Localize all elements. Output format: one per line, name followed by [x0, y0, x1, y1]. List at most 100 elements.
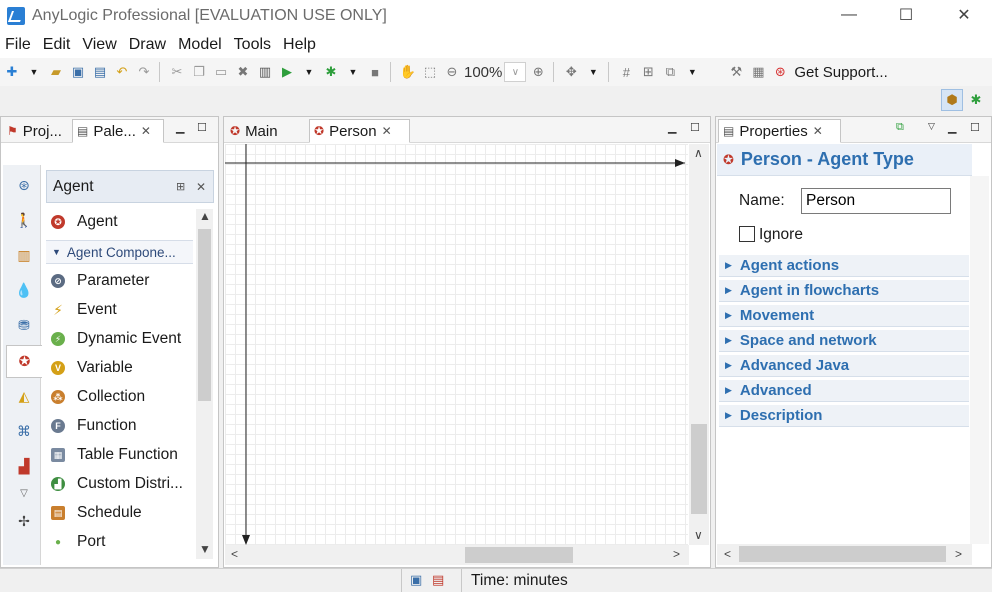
maximize-button[interactable]: ☐: [877, 0, 935, 30]
agent-category-icon[interactable]: ✪: [6, 345, 42, 378]
maximize-view-icon[interactable]: ☐: [690, 121, 700, 134]
select-dropdown-icon[interactable]: ▼: [583, 62, 603, 82]
process-modeling-icon[interactable]: ⊛: [6, 169, 42, 202]
build-icon[interactable]: ▥: [255, 62, 275, 82]
scroll-down-icon[interactable]: ▽: [6, 485, 42, 501]
tab-main[interactable]: ✪ Main: [226, 119, 306, 143]
problems-icon[interactable]: ▤: [432, 572, 444, 588]
pedestrian-icon[interactable]: 🚶: [6, 204, 42, 237]
run-dropdown-icon[interactable]: ▼: [299, 62, 319, 82]
debug-perspective-icon[interactable]: ✱: [965, 89, 987, 111]
get-support-link[interactable]: Get Support...: [794, 64, 887, 81]
close-icon[interactable]: ✕: [141, 124, 151, 138]
palette-item-variable[interactable]: V Variable: [51, 356, 133, 380]
ignore-checkbox[interactable]: [739, 226, 755, 242]
palette-item-collection[interactable]: ⁂ Collection: [51, 385, 145, 409]
modeling-perspective-icon[interactable]: ⬢: [941, 89, 963, 111]
maximize-view-icon[interactable]: ☐: [970, 121, 980, 134]
palette-item-event[interactable]: ⚡ Event: [51, 298, 117, 322]
scroll-down-icon[interactable]: ▼: [199, 542, 211, 556]
add-palette-icon[interactable]: ✢: [6, 505, 42, 538]
minimize-view-icon[interactable]: ▁: [176, 121, 184, 134]
menu-edit[interactable]: Edit: [38, 36, 78, 54]
zoom-in-icon[interactable]: ⊕: [528, 62, 548, 82]
grid-icon[interactable]: #: [616, 62, 636, 82]
menu-draw[interactable]: Draw: [124, 36, 173, 54]
minimize-view-icon[interactable]: ▁: [668, 121, 676, 134]
open-dialog-icon[interactable]: ⧉: [896, 121, 904, 134]
menu-model[interactable]: Model: [173, 36, 229, 54]
rail-icon[interactable]: ▥: [6, 239, 42, 272]
section-description[interactable]: ▶ Description: [719, 405, 969, 427]
copy-icon[interactable]: ❐: [189, 62, 209, 82]
menu-file[interactable]: File: [0, 36, 38, 54]
redo-icon[interactable]: ↷: [134, 62, 154, 82]
palette-item-function[interactable]: F Function: [51, 414, 136, 438]
section-agent-actions[interactable]: ▶ Agent actions: [719, 255, 969, 277]
menu-help[interactable]: Help: [278, 36, 323, 54]
scroll-down-icon[interactable]: ∨: [694, 528, 703, 542]
run-icon[interactable]: ▶: [277, 62, 297, 82]
editor-hscroll-thumb[interactable]: [465, 547, 573, 563]
tab-person[interactable]: ✪ Person ✕: [309, 119, 410, 143]
scroll-left-icon[interactable]: <: [724, 547, 731, 561]
palette-item-schedule[interactable]: ▤ Schedule: [51, 501, 142, 525]
analysis-icon[interactable]: ▟: [6, 450, 42, 483]
open-icon[interactable]: ▰: [46, 62, 66, 82]
scroll-left-icon[interactable]: <: [231, 547, 238, 561]
presentation-icon[interactable]: ◭: [6, 380, 42, 413]
properties-vertical-scrollbar[interactable]: [970, 176, 989, 544]
arrange-icon[interactable]: ⧉: [660, 62, 680, 82]
tab-palette[interactable]: ▤ Pale... ✕: [72, 119, 164, 143]
properties-horizontal-scrollbar[interactable]: < >: [717, 544, 972, 565]
palette-scrollbar[interactable]: ▲ ▼: [196, 209, 213, 559]
properties-hscroll-thumb[interactable]: [739, 546, 946, 562]
palette-item-port[interactable]: ● Port: [51, 530, 105, 554]
editor-vscroll-thumb[interactable]: [691, 424, 707, 514]
support-lifebuoy-icon[interactable]: ⊛: [770, 62, 790, 82]
menu-view[interactable]: View: [77, 36, 123, 54]
snap-icon[interactable]: ⊞: [638, 62, 658, 82]
palette-item-custom-distribution[interactable]: ▟ Custom Distri...: [51, 472, 183, 496]
stop-icon[interactable]: ■: [365, 62, 385, 82]
save-all-icon[interactable]: ▤: [90, 62, 110, 82]
menu-tools[interactable]: Tools: [229, 36, 278, 54]
minimize-button[interactable]: —: [820, 0, 878, 30]
section-advanced-java[interactable]: ▶ Advanced Java: [719, 355, 969, 377]
undo-icon[interactable]: ↶: [112, 62, 132, 82]
minimize-view-icon[interactable]: ▁: [948, 121, 956, 134]
fluid-icon[interactable]: 💧: [6, 274, 42, 307]
palette-item-table-function[interactable]: ▦ Table Function: [51, 443, 178, 467]
section-space-and-network[interactable]: ▶ Space and network: [719, 330, 969, 352]
view-mode-icon[interactable]: ⊞: [176, 180, 185, 193]
cut-icon[interactable]: ✂: [167, 62, 187, 82]
scroll-up-icon[interactable]: ▲: [199, 209, 211, 223]
close-button[interactable]: ✕: [935, 0, 992, 30]
zoom-area-icon[interactable]: ⬚: [420, 62, 440, 82]
editor-canvas[interactable]: [225, 144, 688, 545]
scroll-right-icon[interactable]: >: [673, 547, 680, 561]
scroll-up-icon[interactable]: ∧: [694, 146, 703, 160]
palette-item-parameter[interactable]: ⊘ Parameter: [51, 269, 149, 293]
new-model-icon[interactable]: ✚: [2, 62, 22, 82]
palette-scrollbar-thumb[interactable]: [198, 229, 211, 401]
palette-group-agent-components[interactable]: ▼ Agent Compone...: [46, 240, 193, 264]
zoom-out-icon[interactable]: ⊖: [442, 62, 462, 82]
pan-icon[interactable]: ✋: [398, 62, 418, 82]
library-icon[interactable]: ▦: [748, 62, 768, 82]
view-menu-icon[interactable]: ▽: [928, 121, 935, 132]
section-advanced[interactable]: ▶ Advanced: [719, 380, 969, 402]
delete-icon[interactable]: ✖: [233, 62, 253, 82]
zoom-dropdown-icon[interactable]: ∨: [504, 62, 527, 82]
tab-properties[interactable]: ▤ Properties ✕: [718, 119, 841, 143]
select-icon[interactable]: ✥: [561, 62, 581, 82]
maximize-view-icon[interactable]: ☐: [197, 121, 207, 134]
arrange-dropdown-icon[interactable]: ▼: [682, 62, 702, 82]
scroll-right-icon[interactable]: >: [955, 547, 962, 561]
section-agent-in-flowcharts[interactable]: ▶ Agent in flowcharts: [719, 280, 969, 302]
space-markup-icon[interactable]: ⌘: [6, 415, 42, 448]
palette-item-agent[interactable]: ✪ Agent: [51, 210, 118, 234]
close-icon[interactable]: ✕: [196, 180, 206, 194]
wand-icon[interactable]: ⚒: [726, 62, 746, 82]
road-traffic-icon[interactable]: ⛃: [6, 309, 42, 342]
